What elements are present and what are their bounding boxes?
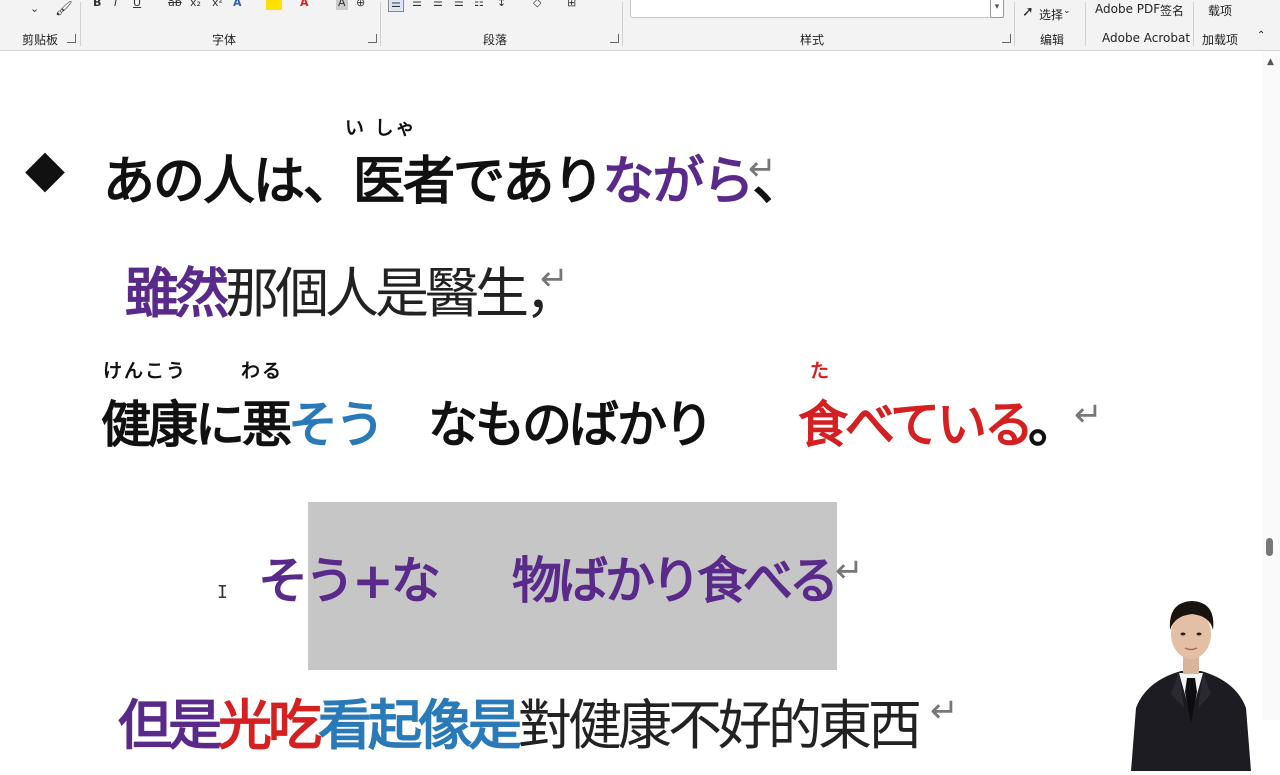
align-left-icon[interactable]: ☰ (388, 0, 404, 12)
align-right-icon[interactable]: ☰ (433, 0, 443, 10)
group-label-adobe: Adobe Acrobat (1102, 31, 1191, 45)
furigana-ta: た (810, 360, 832, 382)
furigana-isha: い しゃ (345, 117, 417, 139)
line4-sou-na: そう+な (258, 552, 441, 610)
group-label-font: 字体 (212, 33, 237, 47)
sign-button[interactable]: 签名 (1160, 2, 1184, 19)
text-effects-icon[interactable]: A (233, 0, 242, 10)
line-spacing-icon[interactable]: ↕ (497, 0, 506, 10)
line2-translation: 雖然那個人是醫生， (125, 249, 579, 328)
chevron-down-icon[interactable]: ⌄ (30, 2, 39, 16)
divider (622, 2, 623, 46)
format-painter-icon[interactable]: 🖌 (55, 1, 73, 17)
document-page[interactable]: ◆ い しゃ あの人は、医者でありながら、 ↵ 雖然那個人是醫生， ↵ けんこう… (0, 51, 1262, 771)
line1-nagara: ながら (602, 152, 755, 212)
cursor-select-icon: ➚ (1022, 4, 1034, 20)
strikethrough-button[interactable]: ab (168, 0, 182, 10)
chevron-down-icon[interactable]: ⌄ (1063, 6, 1071, 16)
paragraph-launcher-icon[interactable] (610, 34, 619, 43)
styles-more-icon[interactable]: ▾ (990, 0, 1004, 18)
diamond-bullet-icon: ◆ (25, 139, 65, 199)
styles-gallery[interactable] (630, 0, 998, 18)
styles-launcher-icon[interactable] (1002, 34, 1011, 43)
justify-icon[interactable]: ☰ (454, 0, 464, 10)
font-launcher-icon[interactable] (368, 34, 377, 43)
scrollbar-thumb[interactable] (1266, 538, 1273, 556)
subscript-button[interactable]: x₂ (190, 0, 201, 10)
divider (380, 2, 381, 46)
underline-button[interactable]: U (133, 0, 141, 10)
furigana-waru: わる (241, 360, 284, 382)
borders-icon[interactable]: ⊞ (567, 0, 576, 10)
divider (1085, 2, 1086, 46)
line5-guangchi: 光吃 (218, 693, 322, 757)
line1-sentence: あの人は、医者でありながら、 (103, 139, 805, 214)
group-label-paragraph: 段落 (483, 33, 508, 47)
addins-button[interactable]: 载项 (1208, 2, 1232, 19)
line1-isha-de-ari: 医者であり (353, 152, 604, 212)
bold-button[interactable]: B (93, 0, 101, 10)
line1-part1: あの人は、 (103, 152, 355, 212)
highlight-color-icon[interactable] (266, 0, 282, 10)
group-label-clipboard: 剪贴板 (22, 33, 59, 47)
collapse-ribbon-icon[interactable]: ⌃ (1257, 30, 1265, 41)
line5-translation: 但是光吃看起像是對健康不好的東西 (118, 681, 922, 760)
divider (1193, 2, 1194, 46)
distributed-icon[interactable]: ☷ (474, 0, 484, 10)
ribbon: ⌄ 🖌 剪贴板 B I U ab x₂ x² A A A ⊕ 字体 ☰ ☰ ☰ … (0, 0, 1280, 51)
select-button[interactable]: 选择 (1039, 6, 1063, 23)
line5-kanqi: 看起 (318, 693, 422, 757)
line3-na-mono-bakari: なものばかり (428, 396, 714, 454)
line3-sou: そう (288, 396, 385, 454)
align-center-icon[interactable]: ☰ (412, 0, 422, 10)
group-label-addins: 加载项 (1202, 33, 1239, 47)
paragraph-mark-icon: ↵ (540, 259, 569, 299)
group-label-editing: 编辑 (1040, 33, 1065, 47)
shading-icon[interactable]: ◇ (533, 0, 541, 10)
clipboard-launcher-icon[interactable] (67, 34, 76, 43)
presenter-image (1126, 596, 1256, 771)
character-shading-icon[interactable]: A (336, 0, 348, 10)
adobe-pdf-button[interactable]: Adobe PDF (1095, 2, 1160, 16)
divider (80, 2, 81, 46)
line5-rest: 對健康不好的東西 (518, 694, 922, 757)
line3-tabeteiru: 食べている (798, 396, 1034, 454)
line2-suiran: 雖然 (125, 261, 229, 325)
paragraph-mark-icon: ↵ (748, 149, 777, 189)
italic-button[interactable]: I (114, 0, 117, 10)
paragraph-mark-icon: ↵ (1074, 395, 1103, 435)
line5-xiangshi: 像是 (418, 693, 522, 757)
divider (1014, 2, 1015, 46)
text-cursor-icon: I (217, 582, 228, 603)
vertical-scrollbar[interactable]: ▲ (1262, 51, 1280, 720)
line4-mono-bakari-taberu: 物ばかり食べる (512, 552, 839, 610)
superscript-button[interactable]: x² (212, 0, 223, 10)
line3-kenkou-ni-waru: 健康に悪 (101, 396, 292, 454)
paragraph-mark-icon: ↵ (835, 551, 864, 591)
line3-period: 。 (1028, 396, 1078, 454)
paragraph-mark-icon: ↵ (930, 691, 959, 731)
line2-rest: 那個人是醫生， (225, 262, 579, 325)
enclose-character-icon[interactable]: ⊕ (356, 0, 365, 10)
scroll-up-icon[interactable]: ▲ (1267, 57, 1274, 67)
font-color-icon[interactable]: A (300, 0, 309, 10)
line5-danshi: 但是 (118, 693, 222, 757)
group-label-styles: 样式 (800, 33, 825, 47)
furigana-kenkou: けんこう (103, 360, 188, 382)
